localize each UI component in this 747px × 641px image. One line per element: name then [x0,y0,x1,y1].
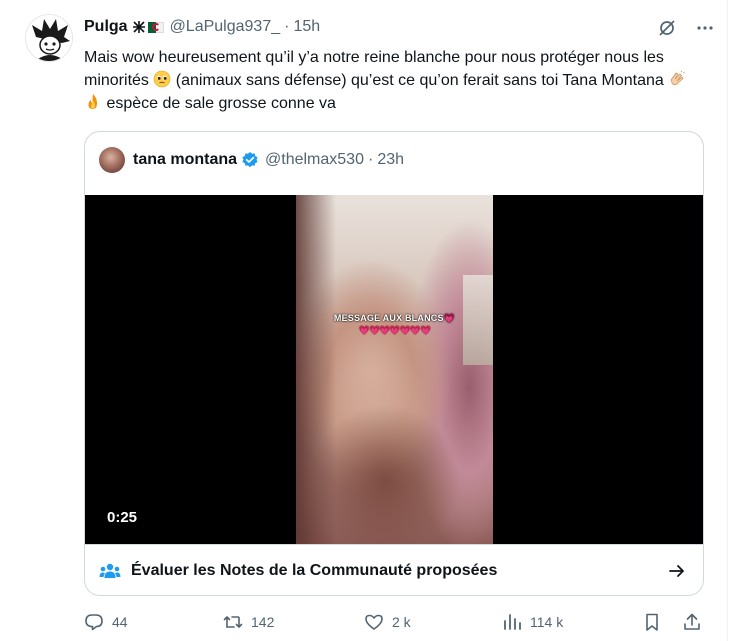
arrow-right-icon [669,565,684,577]
like-count: 2 k [392,614,411,630]
separator-dot: · [367,151,374,168]
bookmark-button[interactable] [642,612,670,632]
quoted-tweet-card[interactable]: tana montana @thelmax530 · 23h MESSAGE A… [84,131,704,596]
community-notes-bar[interactable]: Évaluer les Notes de la Communauté propo… [85,544,703,595]
tweet-time[interactable]: 15h [293,18,320,36]
cartoon-avatar-icon [26,15,72,61]
pleading-face-emoji-icon [154,70,171,88]
tweet-text-part-2: (animaux sans défense) qu’est ce qu’on f… [171,72,669,89]
video-duration: 0:25 [107,509,138,526]
video-frame: MESSAGE AUX BLANCS💗 💗💗💗💗💗💗💗 [296,195,493,544]
reply-icon [85,614,103,631]
tweet-header: Pulga @LaPulga937_ · 15h [84,16,320,38]
author-avatar[interactable] [25,14,73,62]
quoted-author-avatar[interactable] [99,147,125,173]
algeria-flag-icon [147,21,164,33]
author-display-name[interactable]: Pulga [84,18,128,36]
views-chart-icon [504,614,521,630]
reply-button[interactable]: 44 [84,612,128,632]
retweet-count: 142 [251,614,275,630]
share-button[interactable] [682,612,710,632]
video-hearts: 💗💗💗💗💗💗💗 [358,325,431,335]
quoted-tweet-header: tana montana @thelmax530 · 23h [99,147,404,173]
views-count: 114 k [530,614,564,630]
column-divider [727,0,728,641]
tweet-text: Mais wow heureusement qu’il y’a notre re… [84,46,704,115]
verified-badge-icon [242,152,258,168]
reply-count: 44 [112,614,128,630]
quoted-author-name[interactable]: tana montana [133,151,237,169]
more-icon[interactable] [695,18,715,38]
name-emojis [132,20,164,34]
quoted-author-handle[interactable]: @thelmax530 [265,151,364,169]
bookmark-icon [646,613,658,631]
clapping-hands-emoji-icon [670,70,685,86]
like-button[interactable]: 2 k [364,612,411,632]
video-caption: MESSAGE AUX BLANCS💗 [333,313,456,323]
community-notes-label: Évaluer les Notes de la Communauté propo… [131,561,498,579]
video-player[interactable]: MESSAGE AUX BLANCS💗 💗💗💗💗💗💗💗 0:25 [85,195,703,544]
author-handle[interactable]: @LaPulga937_ [170,18,281,36]
separator-dot: · [284,18,290,35]
ideograph-icon [132,21,145,33]
community-people-icon [99,563,121,578]
heart-icon [365,614,383,630]
tweet-top-icons [657,18,715,38]
retweet-button[interactable]: 142 [223,612,274,632]
share-icon [684,613,700,630]
grok-icon[interactable] [657,18,677,38]
retweet-icon [223,616,243,628]
video-hair-shading [296,195,336,544]
fire-emoji-icon [88,94,97,109]
tweet-actions: 44 142 2 k 114 k [84,612,704,636]
tweet-text-part-3: espèce de sale grosse conne va [102,95,336,112]
views-button[interactable]: 114 k [502,612,563,632]
quoted-tweet-time[interactable]: 23h [377,151,404,169]
